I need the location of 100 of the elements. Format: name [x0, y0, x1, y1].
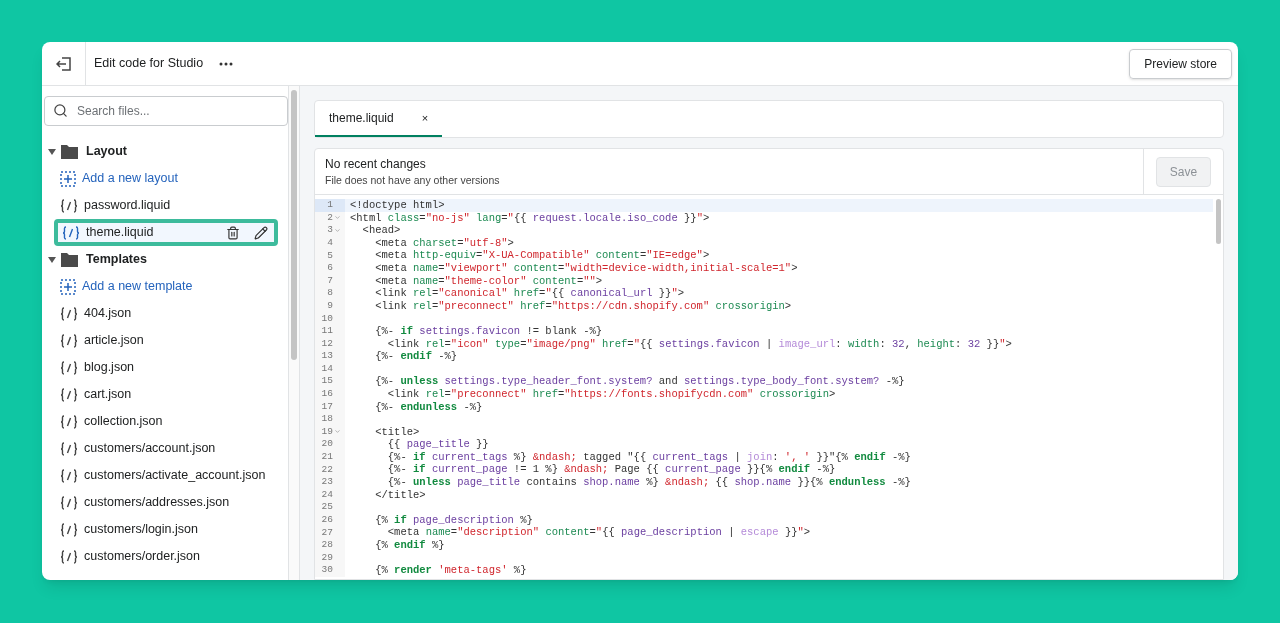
add-file-link[interactable]: Add a new layout	[44, 165, 288, 192]
line-number: 5	[327, 248, 333, 263]
code-line: <!doctype html>	[349, 199, 445, 212]
folder-icon	[61, 252, 78, 267]
file-item[interactable]: customers/order.json	[44, 543, 288, 570]
code-file-icon	[60, 495, 78, 510]
line-number: 17	[321, 399, 333, 414]
code-scrollbar-thumb[interactable]	[1215, 199, 1221, 244]
line-number: 27	[321, 525, 333, 540]
file-item[interactable]: theme.liquid	[54, 219, 278, 246]
caret-icon	[48, 256, 56, 263]
code-line: {%- if current_page != 1 %} &ndash; Page {{ current_page }}{% endif -%}	[386, 463, 836, 477]
line-number: 26	[321, 513, 333, 527]
add-file-icon	[60, 170, 76, 187]
line-number: 28	[321, 538, 333, 553]
code-line: <meta name="viewport" content="width=device-width,initial-scale=1">	[374, 261, 798, 275]
code-file-icon	[60, 198, 78, 213]
scrollbar-thumb[interactable]	[291, 90, 297, 360]
fold-icon[interactable]	[334, 227, 341, 234]
file-item[interactable]: blog.json	[44, 354, 288, 381]
status-subtitle: File does not have any other versions	[325, 172, 501, 188]
line-number: 22	[321, 462, 333, 477]
code-line: {{ page_title }}	[386, 438, 489, 451]
line-number: 21	[321, 450, 333, 465]
file-item[interactable]: customers/addresses.json	[44, 489, 288, 516]
search-field[interactable]: Search files...	[44, 96, 288, 126]
file-item[interactable]: 404.json	[44, 300, 288, 327]
code-file-icon	[62, 225, 80, 240]
code-line: <link rel="preconnect" href="https://cdn.shopify.com" crossorigin>	[374, 299, 792, 313]
line-number: 23	[321, 475, 333, 490]
line-number: 8	[327, 286, 333, 301]
code-file-icon	[60, 441, 78, 456]
line-number: 6	[327, 261, 333, 276]
line-number: 2	[327, 210, 333, 225]
code-line: <meta name="theme-color" content="">	[374, 274, 603, 288]
close-tab-button[interactable]: ×	[421, 109, 429, 127]
code-line: {%- unless page_title contains shop.name %} &ndash; {{ shop.name }}{% endunless -%}	[386, 476, 911, 489]
code-line: <title>	[374, 425, 420, 439]
code-line: {% render 'meta-tags' %}	[374, 564, 527, 577]
add-file-icon	[60, 278, 76, 295]
line-number: 3	[327, 223, 333, 238]
more-button[interactable]	[219, 61, 234, 66]
code-line: <meta name="description" content="{{ page_description | escape }}">	[386, 526, 811, 540]
code-file-icon	[60, 333, 78, 348]
line-number: 7	[327, 273, 333, 288]
line-number: 16	[321, 387, 333, 402]
file-item[interactable]: customers/activate_account.json	[44, 462, 288, 489]
more-icon	[219, 61, 234, 66]
line-number: 4	[327, 235, 333, 250]
code-line: <link rel="preconnect" href="https://fonts.shopifycdn.com" crossorigin>	[386, 387, 836, 401]
search-icon	[53, 103, 68, 118]
file-item[interactable]: customers/login.json	[44, 516, 288, 543]
line-number: 11	[321, 324, 333, 339]
line-number: 9	[327, 298, 333, 313]
code-file-icon	[60, 468, 78, 483]
fold-icon[interactable]	[334, 428, 341, 436]
fold-icon[interactable]	[334, 214, 341, 222]
preview-store-button[interactable]: Preview store	[1129, 48, 1232, 79]
folder-item[interactable]: Layout	[44, 138, 288, 165]
code-file-icon	[60, 360, 78, 375]
file-item[interactable]: customers/account.json	[44, 435, 288, 462]
line-number: 30	[321, 563, 333, 578]
page-title: Edit code for Studio	[94, 55, 204, 73]
line-number: 13	[321, 349, 333, 364]
file-tab[interactable]: theme.liquid ×	[315, 101, 443, 137]
code-line: {%- endunless -%}	[374, 400, 483, 414]
line-number: 20	[321, 437, 333, 452]
code-line: <head>	[361, 224, 401, 237]
code-line: <meta http-equiv="X-UA-Compatible" content="IE=edge">	[374, 249, 710, 262]
caret-icon	[48, 148, 56, 155]
file-item[interactable]: cart.json	[44, 381, 288, 408]
delete-icon	[226, 225, 240, 240]
status-title: No recent changes	[325, 155, 427, 173]
code-file-icon	[60, 414, 78, 429]
line-number: 18	[321, 412, 333, 427]
edit-icon	[254, 225, 268, 240]
line-number: 14	[321, 361, 333, 376]
folder-icon	[61, 144, 78, 159]
code-file-icon	[60, 549, 78, 564]
line-number: 12	[321, 336, 333, 351]
code-file-icon	[60, 306, 78, 321]
add-file-link[interactable]: Add a new template	[44, 273, 288, 300]
folder-item[interactable]: Templates	[44, 246, 288, 273]
line-number: 19	[321, 424, 333, 439]
file-item[interactable]: article.json	[44, 327, 288, 354]
code-file-icon	[60, 387, 78, 402]
file-item[interactable]: password.liquid	[44, 192, 288, 219]
line-number: 29	[321, 550, 333, 565]
code-line: {%- unless settings.type_header_font.system? and settings.type_body_font.system? -%}	[374, 375, 905, 388]
line-number: 10	[321, 311, 333, 326]
code-line: <link rel="canonical" href="{{ canonical_url }}">	[374, 287, 685, 300]
line-number: 1	[327, 198, 333, 213]
code-file-icon	[60, 522, 78, 537]
exit-icon	[55, 56, 72, 71]
file-item[interactable]: collection.json	[44, 408, 288, 435]
code-line: </title>	[374, 488, 426, 502]
code-line: {%- endif -%}	[374, 350, 458, 363]
code-line: <html class="no-js" lang="{{ request.locale.iso_code }}">	[349, 211, 710, 225]
line-number: 25	[321, 500, 333, 515]
code-line: {% if page_description %}	[374, 513, 533, 527]
